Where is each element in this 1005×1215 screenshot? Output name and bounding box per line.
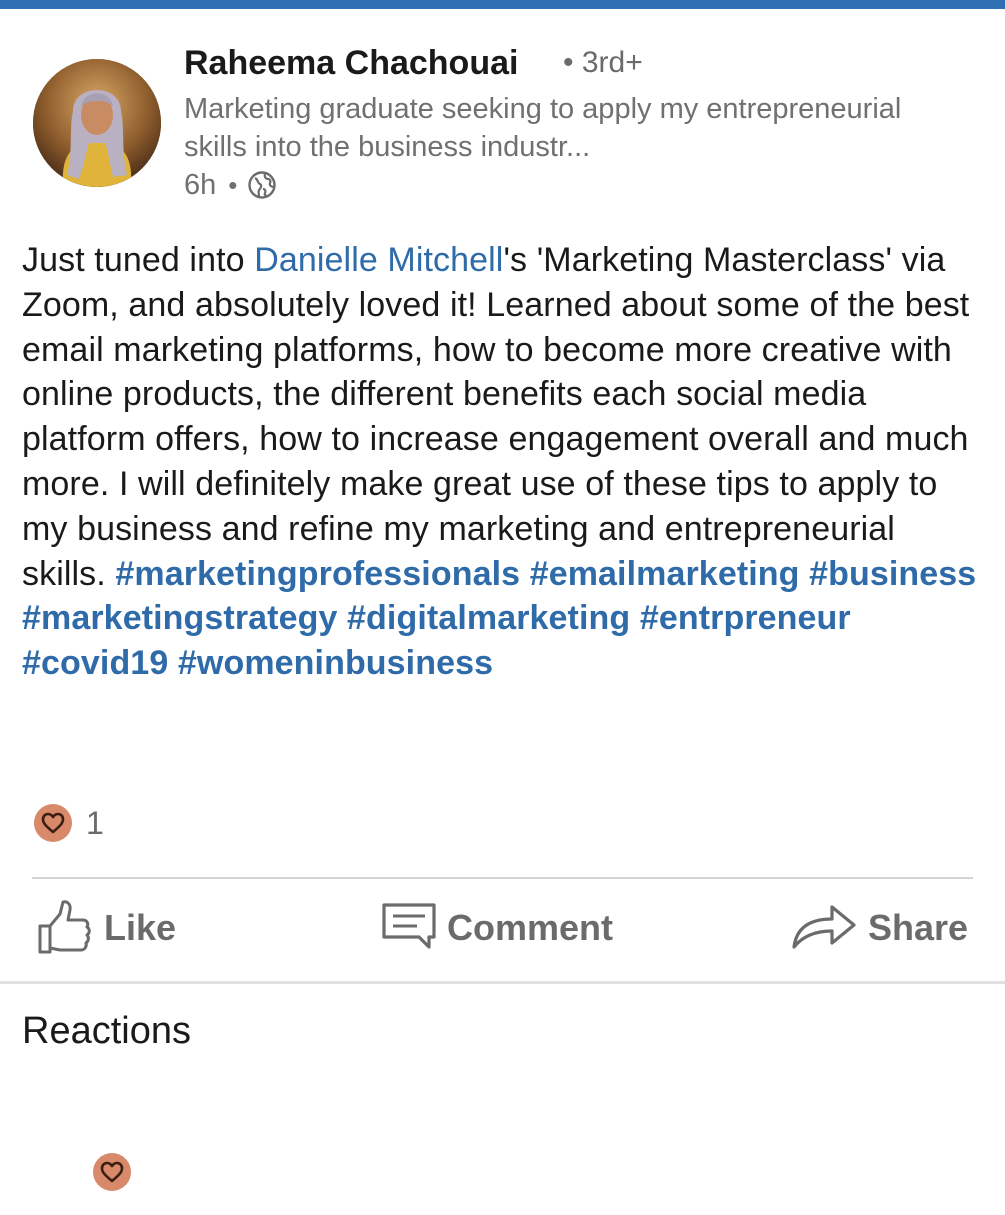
reaction-count: 1 bbox=[86, 804, 104, 841]
share-label: Share bbox=[868, 907, 969, 948]
hashtag-link[interactable]: #emailmarketing bbox=[530, 555, 800, 593]
hashtag-link[interactable]: #digitalmarketing bbox=[347, 599, 630, 637]
comment-label: Comment bbox=[447, 907, 614, 948]
author-name[interactable]: Raheema Chachouai bbox=[184, 44, 518, 83]
post-text: Just tuned into Danielle Mitchell's 'Mar… bbox=[22, 238, 987, 686]
divider bbox=[32, 877, 973, 879]
hashtag-link[interactable]: #marketingstrategy bbox=[22, 599, 338, 637]
thumbs-up-icon bbox=[36, 898, 94, 959]
hashtag-link[interactable]: #womeninbusiness bbox=[178, 644, 493, 682]
comment-icon bbox=[381, 901, 437, 956]
reaction-item[interactable] bbox=[93, 1153, 131, 1191]
post-time: 6h bbox=[184, 168, 217, 201]
top-accent-bar bbox=[0, 0, 1005, 9]
heart-icon bbox=[93, 1153, 131, 1191]
like-label: Like bbox=[104, 907, 177, 948]
heart-icon bbox=[34, 804, 72, 842]
hashtag-link[interactable]: #marketingprofessionals bbox=[115, 555, 520, 593]
author-headline: Marketing graduate seeking to apply my e… bbox=[184, 93, 902, 163]
hashtag-link[interactable]: #business bbox=[809, 555, 976, 593]
section-divider bbox=[0, 981, 1005, 984]
post-meta: 6h • bbox=[184, 167, 277, 203]
post-text-body: 's 'Marketing Masterclass' via Zoom, and… bbox=[22, 241, 970, 593]
hashtag-link[interactable]: #covid19 bbox=[22, 644, 168, 682]
like-button[interactable]: Like bbox=[36, 893, 176, 963]
connection-degree: • 3rd+ bbox=[563, 46, 643, 79]
post-text-intro: Just tuned into bbox=[22, 241, 255, 279]
comment-button[interactable]: Comment bbox=[381, 893, 613, 963]
mention-link[interactable]: Danielle Mitchell bbox=[254, 241, 503, 279]
share-arrow-icon bbox=[792, 899, 858, 958]
author-avatar[interactable] bbox=[33, 59, 161, 187]
reaction-summary[interactable]: 1 bbox=[34, 804, 104, 842]
reactions-heading: Reactions bbox=[22, 1010, 191, 1052]
globe-icon bbox=[247, 170, 277, 200]
hashtag-link[interactable]: #entrpreneur bbox=[640, 599, 851, 637]
share-button[interactable]: Share bbox=[792, 893, 968, 963]
meta-separator: • bbox=[228, 169, 238, 200]
